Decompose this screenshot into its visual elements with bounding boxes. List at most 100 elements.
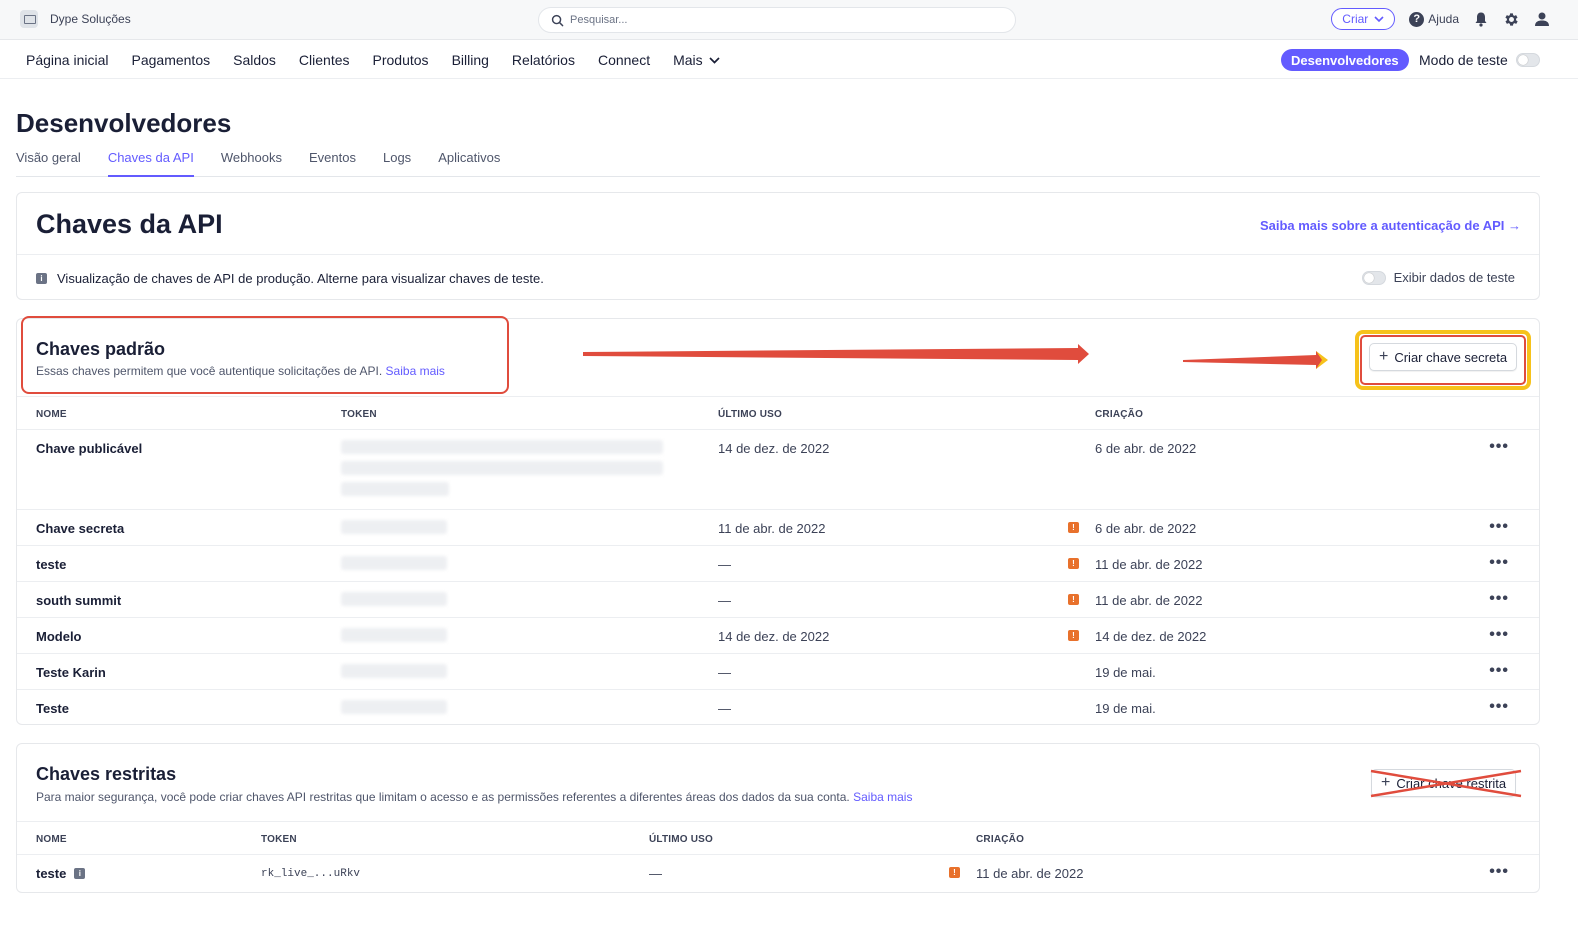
key-name: south summit [36, 593, 122, 608]
auth-docs-link[interactable]: Saiba mais sobre a autenticação de API → [1260, 218, 1521, 233]
info-icon[interactable]: i [74, 868, 86, 879]
column-header-created: CRIAÇÃO [976, 834, 1025, 845]
tab-webhooks[interactable]: Webhooks [221, 150, 282, 177]
created-date: 11 de abr. de 2022 [976, 866, 1084, 881]
column-header-token: TOKEN [341, 409, 377, 420]
create-restricted-key-label: Criar chave restrita [1396, 775, 1507, 791]
last-used: — [649, 866, 662, 881]
api-keys-title: Chaves da API [36, 209, 223, 239]
warning-icon: ! [1068, 558, 1079, 569]
standard-keys-table-header: NOME TOKEN ÚLTIMO USO CRIAÇÃO [17, 396, 1539, 430]
api-keys-header-card: Chaves da API Saiba mais sobre a autenti… [16, 192, 1540, 300]
tab-overview[interactable]: Visão geral [16, 150, 81, 177]
developers-button[interactable]: Desenvolvedores [1281, 49, 1409, 71]
warning-icon: ! [1068, 630, 1079, 641]
redacted-token [341, 556, 447, 570]
tab-events[interactable]: Eventos [309, 150, 356, 177]
restricted-keys-title: Chaves restritas [36, 764, 177, 784]
redacted-token [341, 520, 447, 534]
table-row[interactable]: Teste Karin — 19 de mai. ••• [17, 654, 1539, 690]
help-button[interactable]: ? Ajuda [1409, 11, 1459, 27]
create-restricted-key-button[interactable]: + Criar chave restrita [1371, 769, 1517, 797]
create-label: Criar [1342, 12, 1369, 26]
row-actions-menu[interactable]: ••• [1489, 698, 1509, 716]
column-header-created: CRIAÇÃO [1095, 409, 1144, 420]
redacted-token [341, 461, 663, 475]
row-actions-menu[interactable]: ••• [1489, 518, 1509, 536]
user-icon[interactable] [1534, 11, 1550, 27]
divider [17, 254, 1539, 255]
show-test-data-toggle[interactable]: Exibir dados de teste [1361, 270, 1515, 285]
table-row[interactable]: Modelo 14 de dez. de 2022 ! 14 de dez. d… [17, 618, 1539, 654]
redacted-token [341, 440, 663, 454]
row-actions-menu[interactable]: ••• [1489, 438, 1509, 456]
restricted-keys-description-text: Para maior segurança, você pode criar ch… [36, 790, 850, 804]
table-row[interactable]: Chave publicável 14 de dez. de 2022 6 de… [17, 430, 1539, 510]
row-actions-menu[interactable]: ••• [1489, 863, 1509, 881]
key-name: teste [36, 866, 67, 881]
nav-items: Página inicial Pagamentos Saldos Cliente… [26, 52, 743, 68]
table-row[interactable]: teste i rk_live_...uRkv — ! 11 de abr. d… [17, 855, 1539, 892]
row-actions-menu[interactable]: ••• [1489, 662, 1509, 680]
nav-item-payments[interactable]: Pagamentos [132, 52, 211, 68]
table-row[interactable]: teste — ! 11 de abr. de 2022 ••• [17, 546, 1539, 582]
nav-item-more[interactable]: Mais [673, 52, 720, 68]
created-date: 11 de abr. de 2022 [1095, 557, 1203, 572]
production-info-text: Visualização de chaves de API de produçã… [57, 271, 544, 286]
key-token: rk_live_...uRkv [261, 868, 361, 880]
column-header-name: NOME [36, 834, 67, 845]
plus-icon: + [1381, 774, 1391, 791]
last-used: — [718, 665, 731, 680]
nav-item-home[interactable]: Página inicial [26, 52, 109, 68]
nav-item-reports[interactable]: Relatórios [512, 52, 575, 68]
developer-tabs: Visão geral Chaves da API Webhooks Event… [16, 150, 1540, 177]
test-mode-toggle[interactable]: Modo de teste [1419, 52, 1540, 68]
account-name: Dype Soluções [50, 12, 131, 26]
warning-icon: ! [949, 867, 960, 878]
nav-item-balances[interactable]: Saldos [233, 52, 276, 68]
column-header-last-used: ÚLTIMO USO [718, 409, 783, 420]
bell-icon[interactable] [1473, 11, 1489, 27]
table-row[interactable]: south summit — ! 11 de abr. de 2022 ••• [17, 582, 1539, 618]
tab-logs[interactable]: Logs [383, 150, 411, 177]
test-mode-label: Modo de teste [1419, 52, 1508, 68]
nav-item-connect[interactable]: Connect [598, 52, 650, 68]
key-name: Chave secreta [36, 521, 125, 536]
table-row[interactable]: Teste — 19 de mai. ••• [17, 690, 1539, 726]
tab-api-keys[interactable]: Chaves da API [107, 150, 194, 177]
key-name: Teste [36, 701, 69, 716]
row-actions-menu[interactable]: ••• [1489, 554, 1509, 572]
restricted-keys-learn-more-link[interactable]: Saiba mais [853, 790, 912, 804]
gear-icon[interactable] [1503, 11, 1520, 28]
row-actions-menu[interactable]: ••• [1489, 626, 1509, 644]
search-bar[interactable] [538, 7, 1016, 33]
test-mode-switch[interactable] [1515, 53, 1540, 67]
key-name: Modelo [36, 629, 82, 644]
top-bar: Dype Soluções Criar ? Ajuda [0, 0, 1578, 40]
search-input[interactable] [570, 14, 970, 26]
nav-item-customers[interactable]: Clientes [299, 52, 350, 68]
last-used: — [718, 557, 731, 572]
annotation-highlight-box [21, 316, 509, 394]
key-name: teste [36, 557, 67, 572]
top-bar-actions: Criar ? Ajuda [1331, 8, 1550, 30]
chevron-down-icon [1374, 15, 1384, 22]
info-icon: i [36, 273, 47, 284]
nav-item-billing[interactable]: Billing [452, 52, 489, 68]
created-date: 19 de mai. [1095, 701, 1156, 716]
redacted-token [341, 482, 449, 496]
help-label: Ajuda [1428, 12, 1459, 26]
tab-apps[interactable]: Aplicativos [438, 150, 500, 177]
nav-item-products[interactable]: Produtos [373, 52, 429, 68]
last-used: 14 de dez. de 2022 [718, 441, 830, 456]
key-name: Chave publicável [36, 441, 143, 456]
created-date: 19 de mai. [1095, 665, 1156, 680]
redacted-token [341, 592, 447, 606]
create-button[interactable]: Criar [1331, 8, 1396, 30]
key-name: Teste Karin [36, 665, 106, 680]
table-row[interactable]: Chave secreta 11 de abr. de 2022 ! 6 de … [17, 510, 1539, 546]
account-switcher[interactable]: Dype Soluções [20, 10, 131, 28]
show-test-data-switch[interactable] [1361, 270, 1386, 285]
row-actions-menu[interactable]: ••• [1489, 590, 1509, 608]
restricted-keys-table-header: NOME TOKEN ÚLTIMO USO CRIAÇÃO [17, 821, 1539, 855]
